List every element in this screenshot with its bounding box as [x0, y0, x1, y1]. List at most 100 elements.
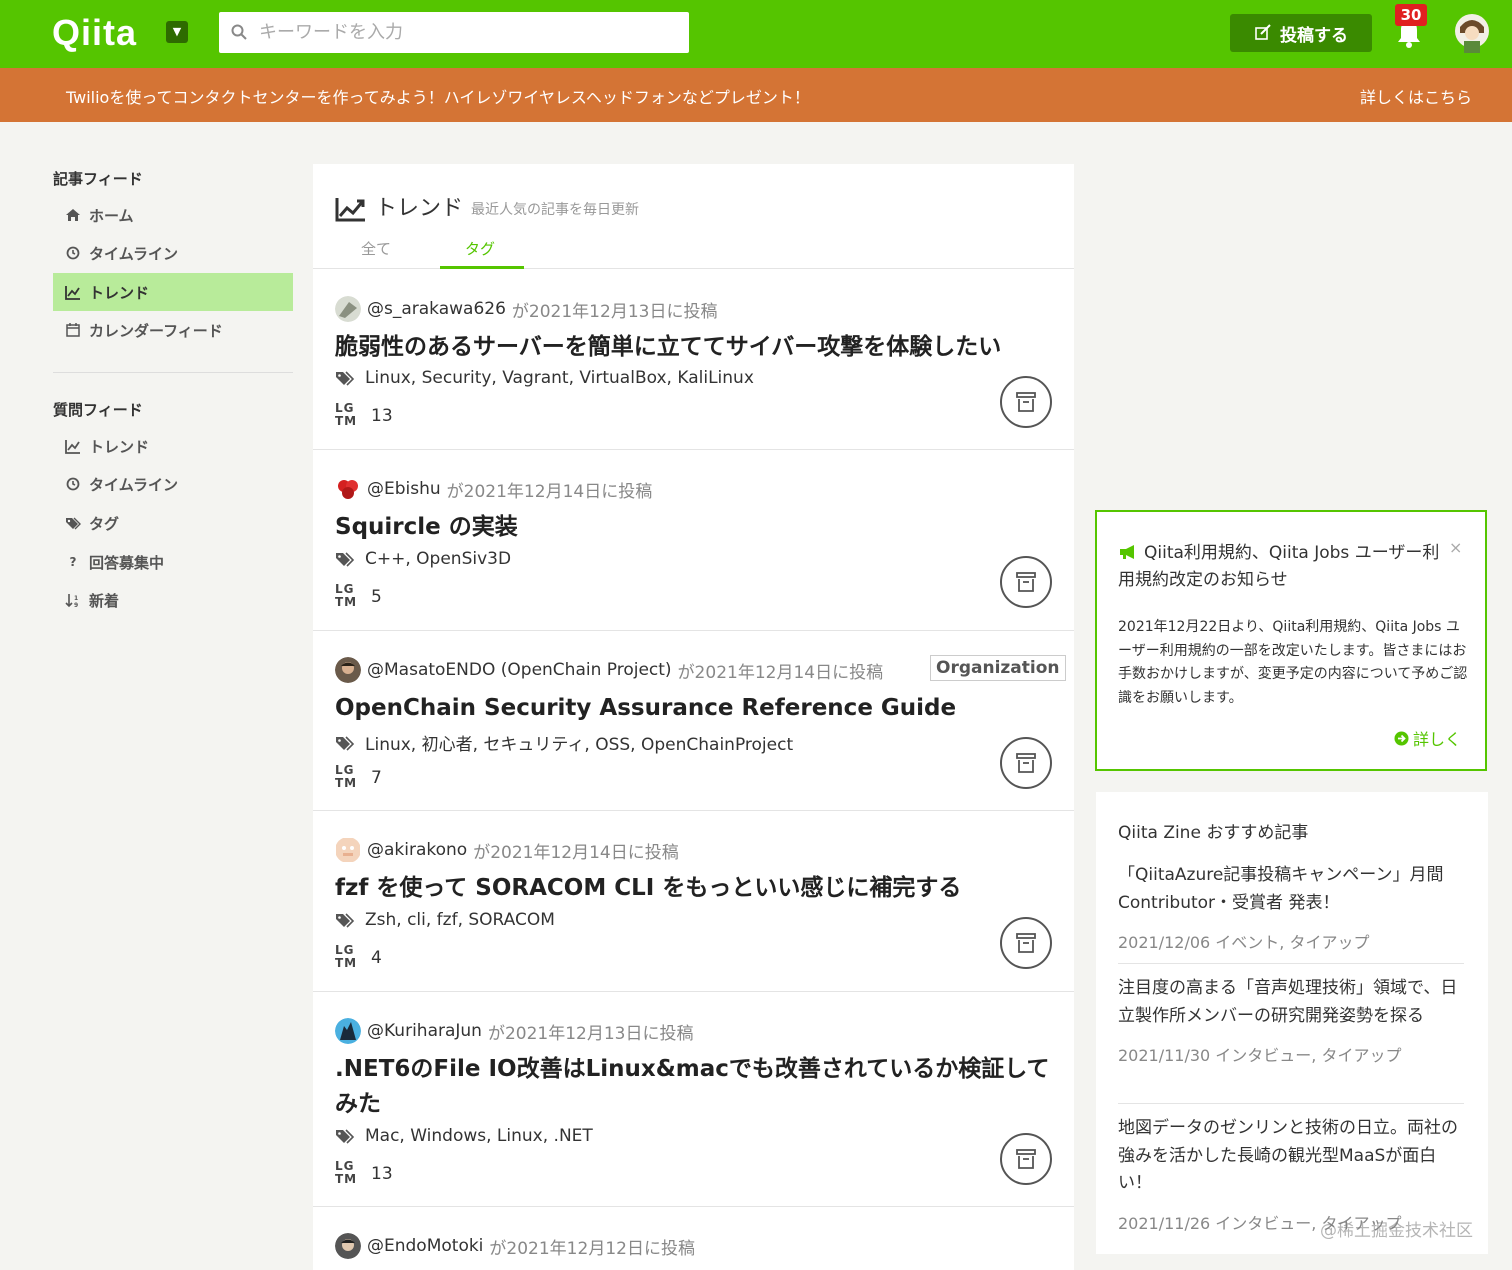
sidebar-item-unanswered[interactable]: ? 回答募集中 [53, 543, 293, 581]
zine-heading: Qiita Zine おすすめ記事 [1118, 823, 1309, 843]
tag-list[interactable]: Linux, Security, Vagrant, VirtualBox, Ka… [365, 368, 754, 388]
user-avatar[interactable] [335, 657, 361, 683]
banner-details-link[interactable]: 詳しくはこちら [1360, 84, 1472, 108]
tag-list[interactable]: Linux, 初心者, セキュリティ, OSS, OpenChainProjec… [365, 730, 793, 755]
user-avatar[interactable] [335, 296, 361, 322]
zine-article-title[interactable]: 「QiitaAzure記事投稿キャンペーン」月間Contributor・受賞者 … [1118, 862, 1464, 917]
stock-button[interactable] [1000, 1133, 1052, 1185]
article-author[interactable]: @akirakono [367, 840, 467, 860]
article-date: が2021年12月14日に投稿 [473, 842, 679, 863]
zine-article[interactable]: 注目度の高まる「音声処理技術」領域で、日立製作所メンバーの研究開発姿勢を探る 2… [1118, 975, 1464, 1104]
sidebar-item-home[interactable]: ホーム [53, 196, 293, 234]
article-title[interactable]: .NET6のFile IO改善はLinux&macでも改善されているか検証してみ… [335, 1052, 1050, 1122]
tag-list[interactable]: C++, OpenSiv3D [365, 549, 511, 569]
stock-button[interactable] [1000, 737, 1052, 789]
zine-article-title[interactable]: 注目度の高まる「音声処理技術」領域で、日立製作所メンバーの研究開発姿勢を探る [1118, 975, 1464, 1030]
sidebar-item-label: タグ [89, 514, 120, 533]
archive-icon [1016, 572, 1036, 592]
zine-article[interactable]: 「QiitaAzure記事投稿キャンペーン」月間Contributor・受賞者 … [1118, 862, 1464, 964]
article-author[interactable]: @KuriharaJun [367, 1021, 482, 1041]
tags-icon [66, 517, 81, 530]
sidebar-item-question-trend[interactable]: トレンド [53, 427, 293, 465]
article-feed-heading: 記事フィード [53, 170, 143, 188]
article-title[interactable]: Squircle の実装 [335, 510, 1050, 545]
trend-icon [65, 440, 80, 454]
service-menu-caret-icon[interactable]: ▼ [166, 21, 188, 43]
sidebar-item-question-timeline[interactable]: タイムライン [53, 465, 293, 503]
lgtm-count: LG TM 13 [335, 1160, 393, 1188]
clock-icon [66, 477, 80, 491]
notice-title: Qiita利用規約、Qiita Jobs ユーザー利用規約改定のお知らせ [1118, 540, 1448, 594]
post-article-button[interactable]: 投稿する [1230, 14, 1372, 52]
tag-list[interactable]: Mac, Windows, Linux, .NET [365, 1126, 593, 1146]
article-tags: Mac, Windows, Linux, .NET [335, 1126, 593, 1146]
search-box[interactable] [219, 12, 689, 53]
terms-update-notice: Qiita利用規約、Qiita Jobs ユーザー利用規約改定のお知らせ × 2… [1095, 510, 1487, 771]
article-item[interactable]: @MasatoENDO (OpenChain Project) が2021年12… [313, 631, 1074, 811]
article-title[interactable]: 脆弱性のあるサーバーを簡単に立ててサイバー攻撃を体験したい [335, 330, 1050, 365]
clock-icon [66, 246, 80, 260]
arrow-circle-right-icon [1394, 731, 1409, 745]
stock-button[interactable] [1000, 917, 1052, 969]
user-avatar[interactable] [1454, 13, 1490, 53]
zine-article-meta: 2021/12/06 イベント, タイアップ [1118, 933, 1370, 952]
article-tags: Linux, 初心者, セキュリティ, OSS, OpenChainProjec… [335, 730, 793, 755]
lgtm-count: LG TM 13 [335, 402, 393, 430]
article-item[interactable]: @akirakono が2021年12月14日に投稿 fzf を使って SORA… [313, 811, 1074, 992]
notice-details-link[interactable]: 詳しく [1394, 726, 1461, 750]
sidebar-item-trend[interactable]: トレンド [53, 273, 293, 311]
user-avatar[interactable] [335, 1233, 361, 1259]
tags-icon [336, 371, 355, 386]
tag-list[interactable]: Zsh, cli, fzf, SORACOM [365, 910, 555, 930]
article-tags: Zsh, cli, fzf, SORACOM [335, 910, 555, 930]
close-icon[interactable]: × [1449, 538, 1462, 557]
user-avatar[interactable] [335, 476, 361, 502]
user-avatar[interactable] [335, 1018, 361, 1044]
article-title[interactable]: fzf を使って SORACOM CLI をもっといい感じに補完する [335, 871, 1050, 906]
article-tags: C++, OpenSiv3D [335, 549, 511, 569]
active-tab-indicator [440, 266, 524, 269]
article-author[interactable]: @EndoMotoki [367, 1236, 483, 1256]
svg-text:1: 1 [74, 595, 78, 602]
stock-button[interactable] [1000, 376, 1052, 428]
article-item[interactable]: @Ebishu が2021年12月14日に投稿 Squircle の実装 C++… [313, 450, 1074, 631]
notification-count-badge: 30 [1395, 4, 1427, 26]
search-input[interactable] [259, 12, 679, 53]
stock-button[interactable] [1000, 556, 1052, 608]
notice-body: 2021年12月22日より、Qiita利用規約、Qiita Jobs ユーザー利… [1118, 619, 1468, 706]
campaign-banner[interactable]: Twilioを使ってコンタクトセンターを作ってみよう！ハイレゾワイヤレスヘッドフ… [0, 68, 1512, 122]
qiita-logo[interactable]: Qiita [52, 12, 137, 54]
zine-article-title[interactable]: 地図データのゼンリンと技術の日立。両社の強みを活かした長崎の観光型MaaSが面白… [1118, 1115, 1464, 1198]
article-author[interactable]: @MasatoENDO (OpenChain Project) [367, 660, 672, 680]
article-item[interactable]: @KuriharaJun が2021年12月13日に投稿 .NET6のFile … [313, 992, 1074, 1207]
post-button-label: 投稿する [1280, 25, 1348, 46]
tab-tag[interactable]: タグ [465, 238, 495, 259]
lgtm-number: 5 [371, 587, 382, 607]
article-item[interactable]: @s_arakawa626 が2021年12月13日に投稿 脆弱性のあるサーバー… [313, 270, 1074, 450]
trend-chart-icon [335, 198, 365, 222]
organization-badge[interactable]: Organization [930, 655, 1066, 681]
sidebar-item-timeline[interactable]: タイムライン [53, 234, 293, 272]
lgtm-number: 7 [371, 768, 382, 788]
sidebar-item-newest[interactable]: 19 新着 [53, 581, 293, 619]
trend-header: トレンド 最近人気の記事を毎日更新 [335, 190, 639, 222]
lgtm-number: 13 [371, 1164, 393, 1184]
article-author[interactable]: @s_arakawa626 [367, 299, 506, 319]
page-subtitle: 最近人気の記事を毎日更新 [471, 202, 640, 218]
archive-icon [1016, 753, 1036, 773]
user-avatar[interactable] [335, 837, 361, 863]
banner-text: Twilioを使ってコンタクトセンターを作ってみよう！ハイレゾワイヤレスヘッドフ… [66, 88, 810, 107]
notice-title-text: Qiita利用規約、Qiita Jobs ユーザー利用規約改定のお知らせ [1118, 543, 1440, 590]
article-date: が2021年12月13日に投稿 [487, 1023, 694, 1044]
zine-article-meta: 2021/11/30 インタビュー, タイアップ [1118, 1046, 1402, 1065]
article-item[interactable]: @EndoMotoki が2021年12月12日に投稿 [313, 1207, 1074, 1270]
sidebar-item-question-tags[interactable]: タグ [53, 504, 293, 542]
article-date: が2021年12月12日に投稿 [489, 1238, 695, 1259]
tab-all[interactable]: 全て [361, 238, 391, 259]
article-title[interactable]: OpenChain Security Assurance Reference G… [335, 691, 1050, 726]
lgtm-count: LG TM 5 [335, 583, 382, 611]
tags-icon [336, 735, 355, 751]
article-meta: @s_arakawa626 が2021年12月13日に投稿 [335, 296, 717, 322]
sidebar-item-calendar-feed[interactable]: カレンダーフィード [53, 311, 293, 349]
article-author[interactable]: @Ebishu [367, 479, 441, 499]
